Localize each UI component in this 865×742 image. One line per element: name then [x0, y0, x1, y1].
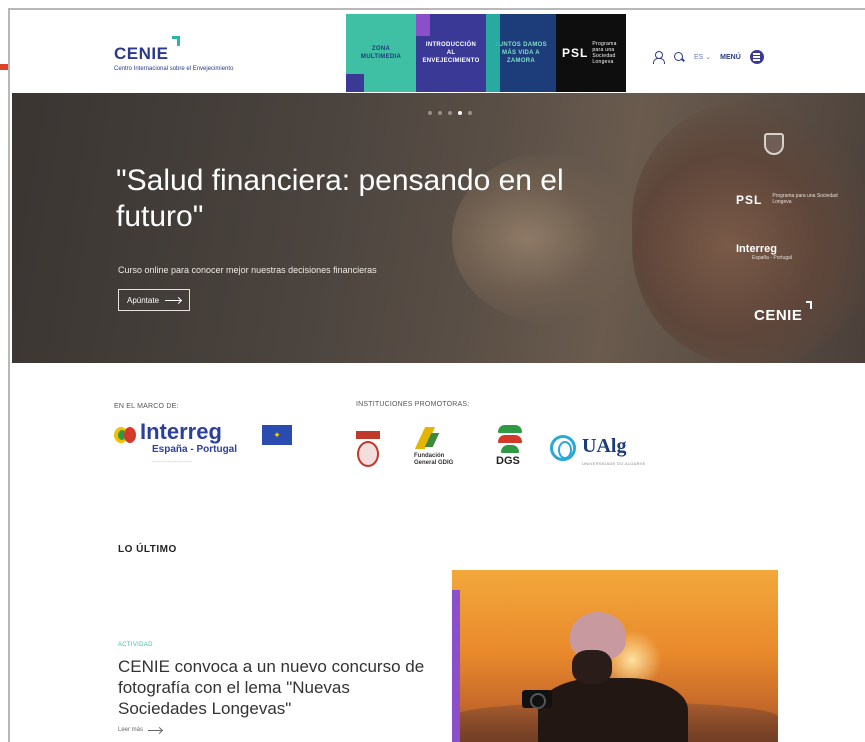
tile-label: ZONA MULTIMEDIA: [360, 46, 402, 60]
signup-button[interactable]: Apúntate: [118, 289, 191, 311]
ualg-subtitle: UNIVERSIDADE DO ALGARVE: [582, 461, 646, 466]
shield-icon: [764, 133, 784, 155]
ualg-mark-icon: [550, 435, 576, 461]
dgs-wordmark: DGS: [496, 455, 520, 467]
tile-label: INTRODUCCIÓN AL ENVEJECIMIENTO: [422, 42, 480, 64]
search-icon[interactable]: [673, 51, 685, 63]
user-icon[interactable]: [652, 51, 665, 64]
cenie-wordmark: CENIE: [754, 307, 803, 324]
arrow-right-icon: [165, 299, 182, 301]
fgdig-name: Fundación General GDIG: [414, 453, 454, 466]
cenie-flag-icon: [806, 301, 813, 309]
interreg-wordmark: Interreg: [140, 419, 222, 444]
news-headline[interactable]: CENIE convoca a un nuevo concurso de fot…: [118, 656, 428, 719]
psl-wordmark: PSL: [562, 46, 589, 60]
signup-button-label: Apúntate: [127, 295, 160, 305]
menu-label[interactable]: MENÚ: [720, 54, 741, 61]
hero-interreg-logo: Interreg España - Portugal: [736, 243, 792, 261]
site-header: CENIE Centro Internacional sobre el Enve…: [10, 10, 865, 92]
ualg-logo[interactable]: UAlg UNIVERSIDADE DO ALGARVE: [550, 433, 680, 473]
carousel-dot[interactable]: [438, 111, 442, 115]
language-value: ES: [694, 54, 704, 61]
psl-subtitle: Programa para una Sociedad Longeva: [772, 193, 838, 205]
carousel-dot-active[interactable]: [458, 111, 462, 115]
cenie-logo[interactable]: CENIE Centro Internacional sobre el Enve…: [114, 36, 234, 72]
interreg-wordmark: Interreg: [736, 243, 777, 255]
logo-wordmark: CENIE: [114, 44, 169, 63]
logo-flag-icon: [172, 36, 180, 46]
camera-icon: [522, 690, 552, 709]
tile-introduccion[interactable]: INTRODUCCIÓN AL ENVEJECIMIENTO: [416, 14, 486, 92]
logo-subtitle: Centro Internacional sobre el Envejecimi…: [114, 66, 234, 72]
photographer-silhouette: [538, 678, 688, 742]
interreg-fine-print: — — — — — — — —: [152, 458, 192, 463]
read-more-label: Leer más: [118, 727, 144, 733]
interreg-mark-icon: [114, 427, 136, 443]
hero-partner-logos: PSL Programa para una Sociedad Longeva I…: [730, 93, 850, 363]
tile-zona-multimedia[interactable]: ZONA MULTIMEDIA: [346, 14, 416, 92]
interreg-region: España - Portugal: [152, 444, 238, 455]
page-frame: CENIE Centro Internacional sobre el Enve…: [8, 8, 865, 742]
ualg-wordmark: UAlg: [582, 435, 627, 457]
tile-accent: [416, 14, 430, 36]
tile-zamora[interactable]: JUNTOS DAMOS MÁS VIDA A ZAMORA: [486, 14, 556, 92]
psl-wordmark: PSL: [736, 193, 763, 207]
menu-hamburger-icon[interactable]: [749, 50, 764, 64]
framework-label: EN EL MARCO DE:: [114, 403, 179, 410]
tile-psl[interactable]: PSL Programa para una Sociedad Longeva: [556, 14, 626, 92]
tile-accent: [346, 74, 364, 92]
promoters-label: INSTITUCIONES PROMOTORAS:: [356, 401, 470, 408]
partners-section: EN EL MARCO DE: INSTITUCIONES PROMOTORAS…: [10, 363, 865, 513]
carousel-dots: [428, 111, 472, 115]
read-more-link[interactable]: Leer más: [118, 727, 163, 733]
hero-title: "Salud financiera: pensando en el futuro…: [116, 164, 564, 233]
header-feature-tiles: ZONA MULTIMEDIA INTRODUCCIÓN AL ENVEJECI…: [346, 14, 626, 92]
hero-banner: "Salud financiera: pensando en el futuro…: [12, 93, 865, 363]
dgs-logo[interactable]: DGS: [494, 425, 538, 479]
latest-section-title: LO ÚLTIMO: [118, 544, 177, 555]
interreg-region: España - Portugal: [752, 255, 793, 261]
eu-flag-icon: ✦: [262, 425, 292, 445]
carousel-dot[interactable]: [448, 111, 452, 115]
tile-accent: [486, 14, 500, 92]
interreg-logo[interactable]: Interreg España - Portugal — — — — — — —…: [114, 419, 304, 473]
carousel-dot[interactable]: [468, 111, 472, 115]
arrow-right-icon: [148, 729, 163, 731]
fgdig-logo[interactable]: Fundación General GDIG: [414, 427, 464, 477]
tile-label: JUNTOS DAMOS MÁS VIDA A ZAMORA: [495, 42, 547, 64]
news-category-tag[interactable]: ACTIVIDAD: [118, 642, 153, 648]
hero-subtitle: Curso online para conocer mejor nuestras…: [118, 265, 377, 275]
news-accent-bar: [452, 590, 460, 742]
header-tools: ES ⌄ MENÚ: [652, 50, 764, 64]
university-seal-logo[interactable]: [356, 431, 380, 471]
carousel-dot[interactable]: [428, 111, 432, 115]
hero-psl-logo: PSL Programa para una Sociedad Longeva: [736, 193, 850, 207]
hero-cenie-logo: CENIE: [754, 301, 813, 324]
psl-subtitle: Programa para una Sociedad Longeva: [592, 41, 617, 65]
language-selector[interactable]: ES ⌄: [694, 53, 711, 61]
news-photo[interactable]: [452, 570, 778, 742]
